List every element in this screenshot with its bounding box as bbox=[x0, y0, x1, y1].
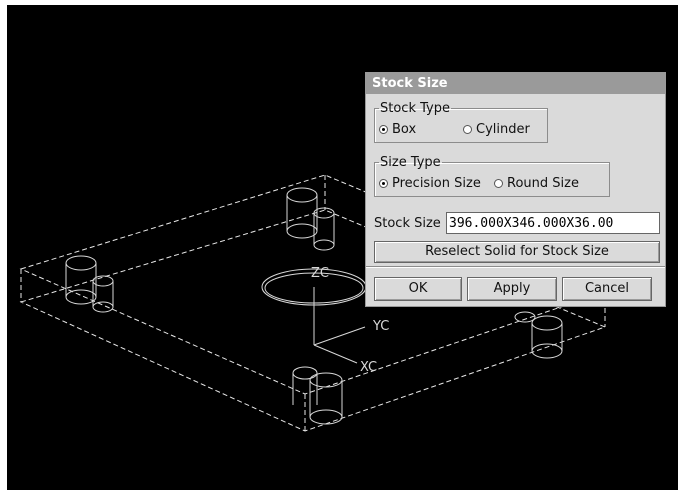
radio-cylinder[interactable]: Cylinder bbox=[463, 122, 530, 137]
zc-label: ZC bbox=[311, 266, 329, 281]
dialog-separator bbox=[366, 266, 665, 268]
radio-box[interactable]: Box bbox=[379, 122, 416, 137]
hole-back bbox=[286, 187, 318, 203]
stock-size-dialog: Stock Size Stock Type Box Cylinder Size … bbox=[365, 72, 666, 307]
stock-size-input[interactable] bbox=[446, 212, 660, 234]
stock-type-legend: Stock Type bbox=[380, 101, 450, 116]
hole-left-top bbox=[65, 255, 97, 271]
radio-precision-label: Precision Size bbox=[392, 176, 481, 191]
hole-front bbox=[292, 366, 318, 380]
dialog-title: Stock Size bbox=[366, 73, 665, 94]
radio-box-label: Box bbox=[392, 122, 417, 137]
size-type-legend: Size Type bbox=[380, 155, 441, 170]
radio-round-size[interactable]: Round Size bbox=[494, 176, 579, 191]
reselect-solid-button[interactable]: Reselect Solid for Stock Size bbox=[374, 241, 660, 263]
ok-button[interactable]: OK bbox=[374, 277, 462, 301]
radio-selected-icon bbox=[379, 125, 388, 134]
xc-label: XC bbox=[360, 360, 377, 375]
radio-unselected-icon bbox=[463, 125, 472, 134]
x-axis-line bbox=[313, 344, 358, 364]
stock-size-label: Stock Size bbox=[374, 216, 441, 231]
radio-precision-size[interactable]: Precision Size bbox=[379, 176, 481, 191]
radio-selected-icon bbox=[379, 179, 388, 188]
radio-round-label: Round Size bbox=[507, 176, 579, 191]
radio-unselected-icon bbox=[494, 179, 503, 188]
radio-cylinder-label: Cylinder bbox=[476, 122, 530, 137]
y-axis-line bbox=[313, 326, 366, 346]
apply-button[interactable]: Apply bbox=[467, 277, 557, 301]
yc-label: YC bbox=[372, 319, 389, 334]
cancel-button[interactable]: Cancel bbox=[562, 277, 652, 301]
